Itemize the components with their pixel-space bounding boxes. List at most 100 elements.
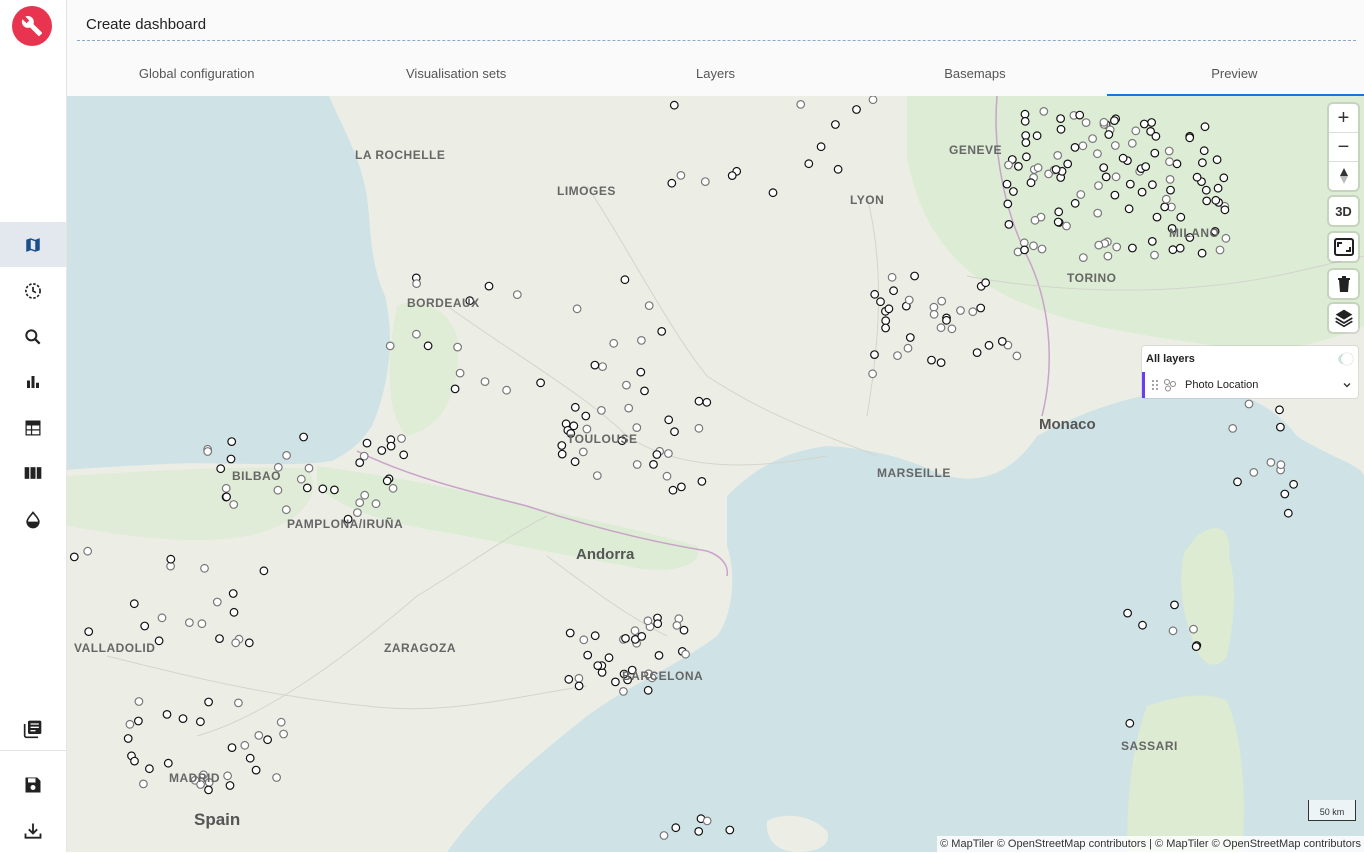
photo-location-marker[interactable] bbox=[637, 632, 647, 641]
photo-location-marker[interactable] bbox=[480, 377, 490, 387]
photo-location-marker[interactable] bbox=[1141, 162, 1151, 171]
photo-location-marker[interactable] bbox=[69, 552, 79, 562]
photo-location-marker[interactable] bbox=[1123, 608, 1132, 618]
photo-location-marker[interactable] bbox=[1004, 219, 1014, 229]
photo-location-marker[interactable] bbox=[355, 498, 365, 508]
photo-location-marker[interactable] bbox=[876, 297, 885, 307]
photo-location-marker[interactable] bbox=[299, 432, 309, 442]
photo-location-marker[interactable] bbox=[694, 423, 704, 433]
photo-location-marker[interactable] bbox=[620, 275, 630, 285]
photo-location-marker[interactable] bbox=[1081, 118, 1091, 128]
compass-button[interactable] bbox=[1329, 161, 1358, 190]
photo-location-marker[interactable] bbox=[1070, 143, 1080, 152]
photo-location-marker[interactable] bbox=[942, 315, 951, 325]
photo-location-marker[interactable] bbox=[412, 279, 422, 289]
photo-location-marker[interactable] bbox=[1039, 106, 1049, 116]
photo-location-marker[interactable] bbox=[399, 450, 409, 460]
photo-location-marker[interactable] bbox=[240, 740, 250, 750]
photo-location-marker[interactable] bbox=[276, 717, 286, 727]
photo-location-marker[interactable] bbox=[611, 677, 620, 687]
photo-location-marker[interactable] bbox=[664, 449, 673, 458]
photo-location-marker[interactable] bbox=[702, 816, 712, 826]
photo-location-marker[interactable] bbox=[229, 500, 239, 509]
photo-location-marker[interactable] bbox=[386, 441, 396, 451]
photo-location-marker[interactable] bbox=[1026, 178, 1036, 188]
photo-location-marker[interactable] bbox=[1051, 165, 1061, 174]
photo-location-marker[interactable] bbox=[1124, 204, 1134, 214]
photo-location-marker[interactable] bbox=[1021, 131, 1031, 140]
photo-location-marker[interactable] bbox=[355, 458, 365, 468]
tab-layers[interactable]: Layers bbox=[586, 56, 845, 96]
photo-location-marker[interactable] bbox=[1197, 158, 1207, 168]
photo-location-marker[interactable] bbox=[632, 423, 642, 433]
photo-location-marker[interactable] bbox=[816, 142, 826, 152]
photo-location-marker[interactable] bbox=[166, 554, 176, 564]
photo-location-marker[interactable] bbox=[212, 597, 222, 607]
fullscreen-button[interactable] bbox=[1329, 233, 1358, 261]
photo-location-marker[interactable] bbox=[1166, 185, 1175, 195]
photo-location-marker[interactable] bbox=[1110, 141, 1120, 150]
photo-location-marker[interactable] bbox=[382, 476, 392, 486]
photo-location-marker[interactable] bbox=[244, 638, 254, 648]
photo-location-marker[interactable] bbox=[1201, 185, 1211, 195]
photo-location-marker[interactable] bbox=[564, 674, 574, 684]
layer-row[interactable]: Photo Location bbox=[1142, 372, 1358, 398]
zoom-in-button[interactable]: + bbox=[1329, 104, 1358, 132]
photo-location-marker[interactable] bbox=[868, 369, 877, 379]
photo-location-marker[interactable] bbox=[318, 484, 328, 494]
photo-location-marker[interactable] bbox=[1070, 198, 1080, 208]
photo-location-marker[interactable] bbox=[662, 471, 672, 481]
photo-location-marker[interactable] bbox=[1099, 163, 1109, 172]
photo-location-marker[interactable] bbox=[697, 477, 707, 486]
photo-location-marker[interactable] bbox=[622, 380, 631, 390]
photo-location-marker[interactable] bbox=[1160, 202, 1170, 212]
photo-location-marker[interactable] bbox=[1012, 351, 1022, 361]
photo-location-marker[interactable] bbox=[204, 785, 213, 795]
photo-location-marker[interactable] bbox=[1168, 245, 1178, 255]
photo-location-marker[interactable] bbox=[870, 289, 880, 299]
photo-location-marker[interactable] bbox=[889, 286, 898, 296]
photo-location-marker[interactable] bbox=[184, 618, 194, 627]
photo-location-marker[interactable] bbox=[937, 296, 947, 306]
photo-location-marker[interactable] bbox=[1213, 183, 1223, 193]
photo-location-marker[interactable] bbox=[1092, 149, 1102, 159]
tab-global-configuration[interactable]: Global configuration bbox=[67, 56, 326, 96]
photo-location-marker[interactable] bbox=[1029, 241, 1038, 251]
photo-location-marker[interactable] bbox=[881, 316, 891, 326]
photo-location-marker[interactable] bbox=[371, 499, 381, 509]
photo-location-marker[interactable] bbox=[597, 406, 606, 415]
photo-location-marker[interactable] bbox=[226, 454, 236, 464]
photo-location-marker[interactable] bbox=[947, 324, 957, 334]
photo-location-marker[interactable] bbox=[1094, 240, 1104, 250]
photo-location-marker[interactable] bbox=[1289, 479, 1298, 489]
photo-location-marker[interactable] bbox=[565, 628, 575, 638]
photo-location-marker[interactable] bbox=[671, 823, 681, 833]
photo-location-marker[interactable] bbox=[157, 613, 167, 623]
photo-location-marker[interactable] bbox=[263, 735, 273, 745]
delete-button[interactable] bbox=[1329, 270, 1358, 298]
photo-location-marker[interactable] bbox=[302, 483, 312, 493]
photo-location-marker[interactable] bbox=[273, 485, 283, 495]
photo-location-marker[interactable] bbox=[593, 661, 603, 670]
photo-location-marker[interactable] bbox=[1211, 195, 1221, 205]
photo-location-marker[interactable] bbox=[1054, 207, 1064, 217]
photo-location-marker[interactable] bbox=[1053, 151, 1063, 160]
photo-location-marker[interactable] bbox=[804, 159, 814, 169]
photo-location-marker[interactable] bbox=[574, 673, 584, 683]
photo-location-marker[interactable] bbox=[1244, 399, 1254, 409]
photo-location-marker[interactable] bbox=[590, 360, 600, 370]
dashboard-title-field[interactable]: Create dashboard bbox=[77, 8, 1356, 41]
photo-location-marker[interactable] bbox=[197, 619, 207, 629]
photo-location-marker[interactable] bbox=[1030, 215, 1040, 225]
photo-location-marker[interactable] bbox=[1021, 138, 1031, 147]
photo-location-marker[interactable] bbox=[831, 120, 840, 129]
photo-location-marker[interactable] bbox=[621, 634, 630, 643]
photo-location-marker[interactable] bbox=[956, 306, 965, 315]
photo-location-marker[interactable] bbox=[725, 825, 735, 835]
photo-location-marker[interactable] bbox=[727, 171, 737, 180]
photo-location-marker[interactable] bbox=[222, 492, 232, 502]
photo-location-marker[interactable] bbox=[652, 450, 662, 459]
photo-location-marker[interactable] bbox=[162, 710, 172, 719]
photo-location-marker[interactable] bbox=[1176, 212, 1186, 222]
photo-location-marker[interactable] bbox=[1221, 233, 1231, 243]
